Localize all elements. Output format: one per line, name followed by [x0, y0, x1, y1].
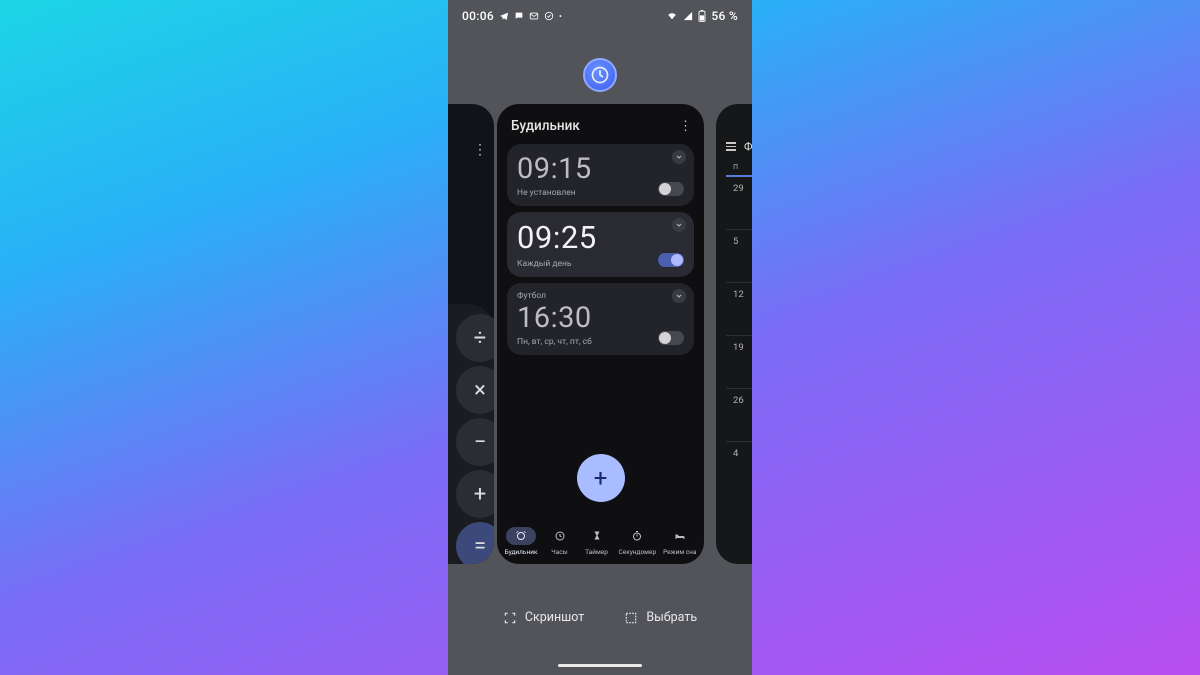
- calendar-day[interactable]: 19: [726, 336, 752, 385]
- select-button[interactable]: Выбрать: [624, 610, 697, 625]
- status-battery-text: 56 %: [711, 9, 738, 23]
- calendar-day[interactable]: 26: [726, 389, 752, 438]
- stopwatch-icon: [631, 530, 643, 542]
- calculator-keypad: ÷ × − + =: [448, 304, 494, 564]
- nav-label: Будильник: [505, 548, 538, 556]
- select-icon: [624, 611, 638, 625]
- calc-divide-button[interactable]: ÷: [456, 314, 494, 362]
- nav-alarm[interactable]: Будильник: [505, 527, 538, 556]
- alarm-time[interactable]: 09:15: [517, 154, 684, 184]
- nav-label: Таймер: [585, 548, 608, 556]
- more-icon[interactable]: ⋮: [679, 119, 692, 134]
- hourglass-icon: [591, 530, 603, 542]
- nav-clock[interactable]: Часы: [545, 527, 575, 556]
- calendar-day-header: п: [726, 162, 752, 172]
- status-time: 00:06: [462, 9, 494, 23]
- alarm-list: 09:15 Не установлен 09:25 Каждый день: [497, 144, 704, 355]
- calendar-day[interactable]: 5: [726, 230, 752, 279]
- page-title: Будильник: [511, 118, 580, 134]
- chat-icon: [514, 11, 524, 21]
- wifi-icon: [666, 11, 678, 21]
- nav-timer[interactable]: Таймер: [582, 527, 612, 556]
- alarm-toggle[interactable]: [658, 331, 684, 345]
- chevron-down-icon: [675, 153, 683, 161]
- clock-icon: [590, 65, 610, 85]
- recents-card-calculator[interactable]: ⋮ ÷ × − + =: [448, 104, 494, 564]
- app-icon-clock[interactable]: [583, 58, 617, 92]
- battery-icon: [698, 10, 706, 22]
- calendar-month-letter: Ф: [744, 140, 752, 153]
- alarm-time[interactable]: 16:30: [517, 303, 684, 333]
- alarm-icon: [515, 530, 527, 542]
- calendar-day[interactable]: 29: [726, 177, 752, 226]
- screenshot-label: Скриншот: [525, 610, 584, 625]
- alarm-toggle[interactable]: [658, 182, 684, 196]
- check-circle-icon: [544, 11, 554, 21]
- signal-icon: [683, 11, 693, 21]
- select-label: Выбрать: [646, 610, 697, 625]
- recents-card-calendar[interactable]: Ф п 29 5 12 19 26 4: [716, 104, 752, 564]
- mail-icon: [529, 11, 539, 21]
- screenshot-button[interactable]: Скриншот: [503, 610, 584, 625]
- plus-icon: +: [594, 464, 608, 492]
- nav-label: Часы: [551, 548, 567, 556]
- recents-area: ⋮ ÷ × − + = Ф п: [448, 104, 752, 564]
- alarm-item[interactable]: 09:25 Каждый день: [507, 212, 694, 277]
- screenshot-icon: [503, 611, 517, 625]
- nav-label: Режим сна: [663, 548, 696, 556]
- recents-actions: Скриншот Выбрать: [448, 610, 752, 625]
- nav-stopwatch[interactable]: Секундомер: [619, 527, 657, 556]
- calendar-day[interactable]: 4: [726, 442, 752, 491]
- calendar-day[interactable]: 12: [726, 283, 752, 332]
- add-alarm-button[interactable]: +: [577, 454, 625, 502]
- calc-minus-button[interactable]: −: [456, 418, 494, 466]
- chevron-down-icon: [675, 221, 683, 229]
- bottom-nav: Будильник Часы Таймер Секундомер: [497, 527, 704, 556]
- expand-alarm-button[interactable]: [672, 150, 686, 164]
- expand-alarm-button[interactable]: [672, 289, 686, 303]
- hamburger-icon[interactable]: [726, 142, 736, 151]
- alarm-label: Футбол: [517, 291, 684, 301]
- calc-equals-button[interactable]: =: [456, 522, 494, 564]
- bed-icon: [674, 530, 686, 542]
- status-bar: 00:06 • 56 %: [448, 0, 752, 32]
- alarm-item[interactable]: Футбол 16:30 Пн, вт, ср, чт, пт, сб: [507, 283, 694, 355]
- recents-card-clock[interactable]: Будильник ⋮ 09:15 Не установлен: [497, 104, 704, 564]
- nav-label: Секундомер: [619, 548, 657, 556]
- alarm-item[interactable]: 09:15 Не установлен: [507, 144, 694, 206]
- gesture-nav-bar[interactable]: [558, 664, 642, 668]
- telegram-icon: [499, 11, 509, 21]
- clock-icon: [554, 530, 566, 542]
- chevron-down-icon: [675, 292, 683, 300]
- phone-frame: 00:06 • 56 % ⋮: [448, 0, 752, 675]
- alarm-time[interactable]: 09:25: [517, 222, 684, 255]
- status-dot-icon: •: [559, 12, 562, 21]
- calc-multiply-button[interactable]: ×: [456, 366, 494, 414]
- nav-bedtime[interactable]: Режим сна: [663, 527, 696, 556]
- calc-plus-button[interactable]: +: [456, 470, 494, 518]
- more-icon[interactable]: ⋮: [473, 142, 486, 158]
- alarm-toggle[interactable]: [658, 253, 684, 267]
